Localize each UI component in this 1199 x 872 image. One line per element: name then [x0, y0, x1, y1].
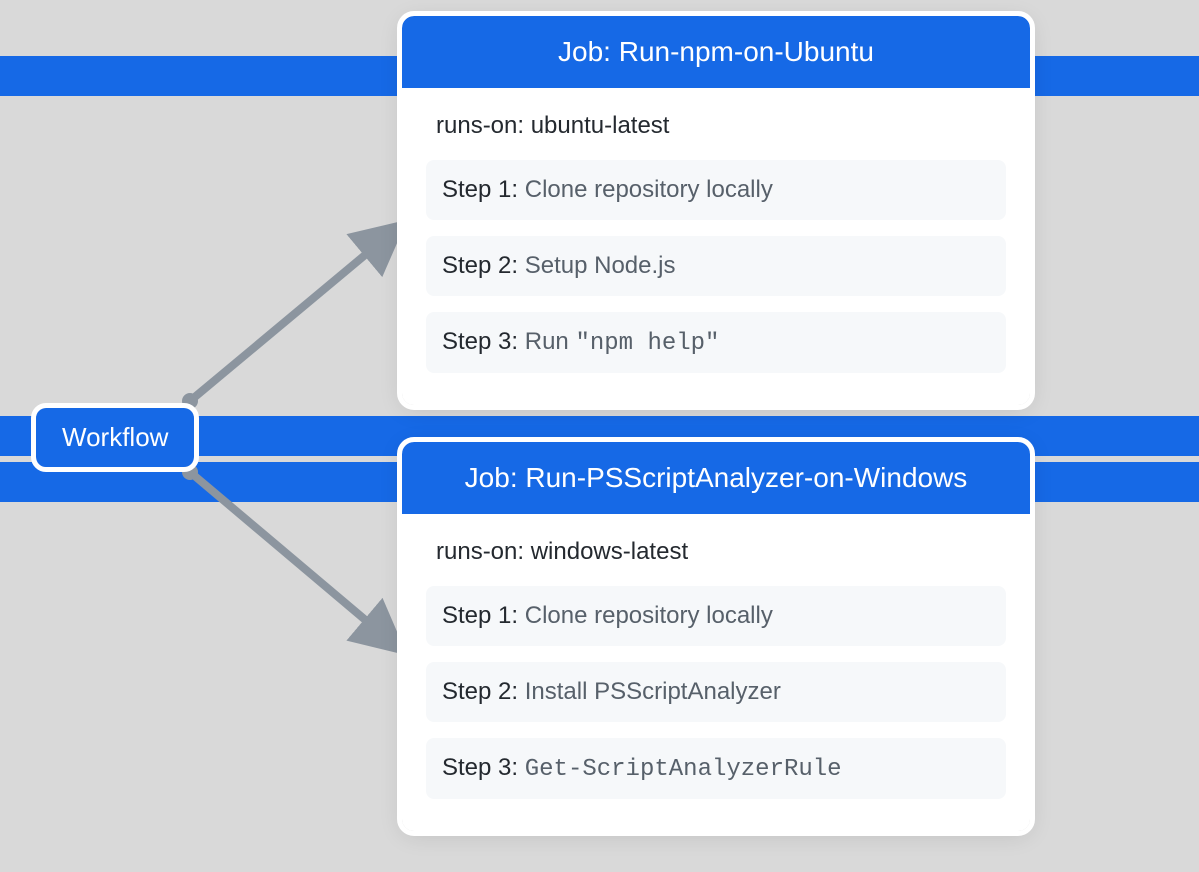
runs-on-label: runs-on: windows-latest	[426, 538, 1006, 566]
workflow-diagram: Workflow Job: Run-npm-on-Ubuntu runs-on:…	[0, 0, 1199, 872]
connector-dot-top	[182, 393, 198, 409]
step-label: Step 1:	[442, 176, 518, 203]
job-title: Job: Run-npm-on-Ubuntu	[558, 36, 874, 67]
job-card-ubuntu: Job: Run-npm-on-Ubuntu runs-on: ubuntu-l…	[402, 16, 1030, 405]
job-body: runs-on: ubuntu-latest Step 1: Clone rep…	[402, 88, 1030, 405]
workflow-node: Workflow	[36, 408, 194, 467]
step-description: Clone repository locally	[525, 602, 773, 629]
step-label: Step 2:	[442, 252, 518, 279]
job-step: Step 1: Clone repository locally	[426, 160, 1006, 220]
job-title: Job: Run-PSScriptAnalyzer-on-Windows	[465, 462, 968, 493]
job-card-windows: Job: Run-PSScriptAnalyzer-on-Windows run…	[402, 442, 1030, 831]
workflow-label: Workflow	[62, 422, 168, 452]
step-label: Step 2:	[442, 678, 518, 705]
job-step: Step 3: Run "npm help"	[426, 312, 1006, 373]
job-step: Step 2: Install PSScriptAnalyzer	[426, 662, 1006, 722]
step-run-prefix: Run	[525, 328, 576, 355]
step-description: Clone repository locally	[525, 176, 773, 203]
job-step: Step 1: Clone repository locally	[426, 586, 1006, 646]
step-code: "npm help"	[575, 330, 719, 357]
step-code: Get-ScriptAnalyzerRule	[525, 756, 842, 783]
runs-on-label: runs-on: ubuntu-latest	[426, 112, 1006, 140]
step-label: Step 3:	[442, 754, 518, 781]
job-step: Step 2: Setup Node.js	[426, 236, 1006, 296]
step-description: Setup Node.js	[525, 252, 676, 279]
step-label: Step 1:	[442, 602, 518, 629]
job-header: Job: Run-PSScriptAnalyzer-on-Windows	[402, 442, 1030, 514]
step-label: Step 3:	[442, 328, 518, 355]
job-body: runs-on: windows-latest Step 1: Clone re…	[402, 514, 1030, 831]
step-description: Install PSScriptAnalyzer	[525, 678, 781, 705]
job-header: Job: Run-npm-on-Ubuntu	[402, 16, 1030, 88]
job-step: Step 3: Get-ScriptAnalyzerRule	[426, 738, 1006, 799]
